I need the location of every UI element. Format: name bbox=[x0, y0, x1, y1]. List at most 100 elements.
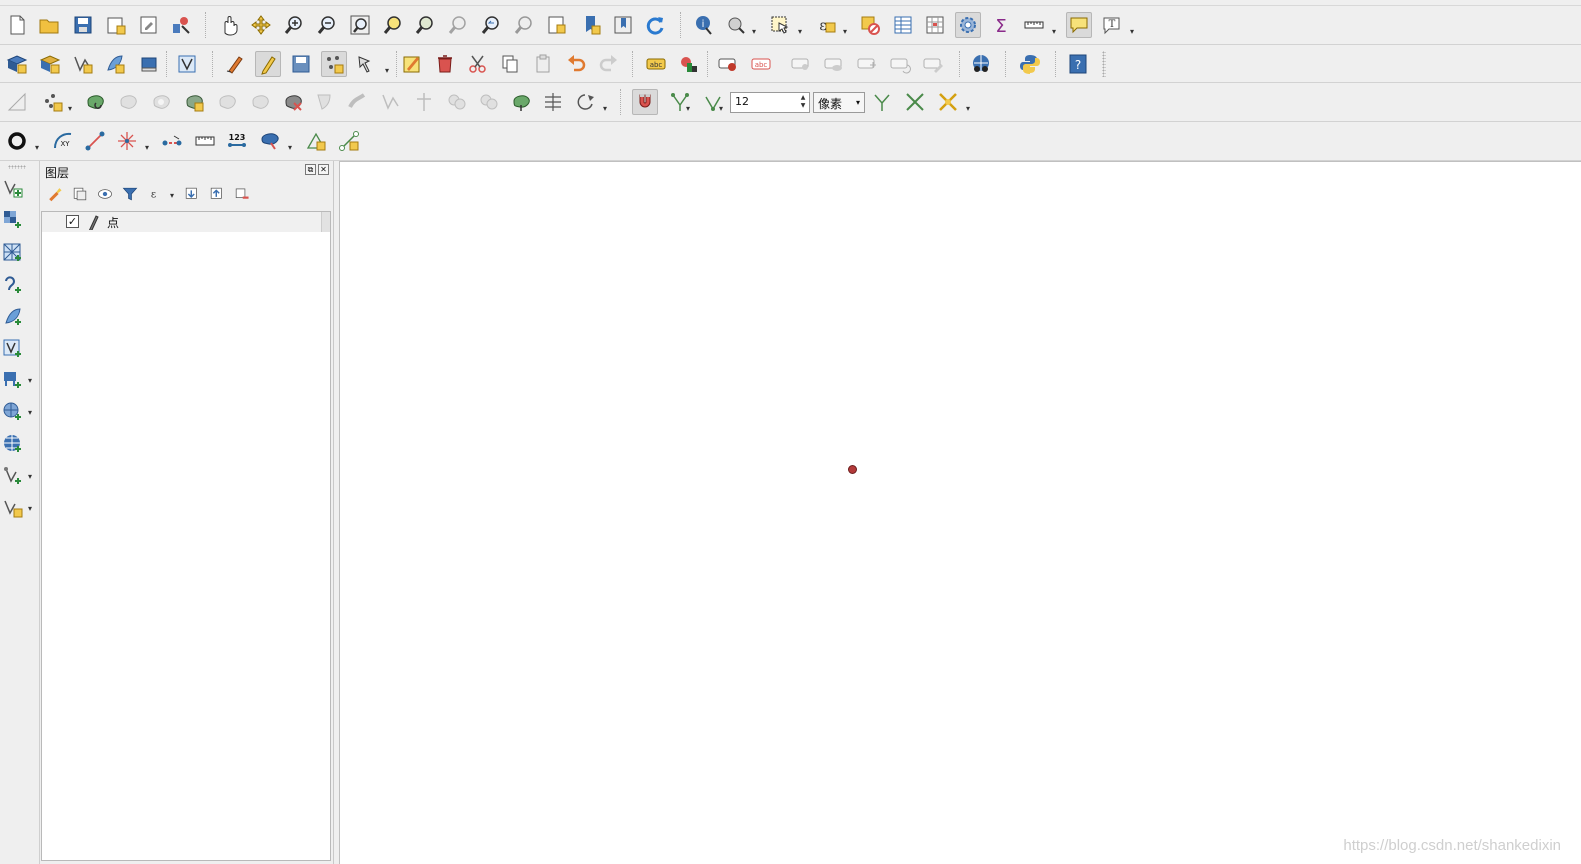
manage-map-themes-icon[interactable] bbox=[94, 183, 116, 205]
quickmapservices-icon[interactable] bbox=[968, 51, 994, 77]
layer-diagram-options-icon[interactable] bbox=[676, 51, 702, 77]
delete-ring-icon[interactable] bbox=[247, 89, 273, 115]
zoom-out-icon[interactable] bbox=[314, 12, 340, 38]
merge-attributes-icon[interactable] bbox=[476, 89, 502, 115]
trim-extend-icon[interactable] bbox=[573, 89, 599, 115]
python-console-icon[interactable] bbox=[1017, 51, 1043, 77]
pan-to-selection-icon[interactable] bbox=[248, 12, 274, 38]
toggle-editing-icon[interactable] bbox=[255, 51, 281, 77]
pin-labels-icon[interactable] bbox=[788, 51, 814, 77]
zoom-to-layer-icon[interactable] bbox=[412, 12, 438, 38]
add-line-segment-icon[interactable] bbox=[82, 128, 108, 154]
select-by-expression-dropdown[interactable]: ▾ bbox=[843, 27, 847, 36]
identify-features-icon[interactable]: i bbox=[690, 12, 716, 38]
new-temporary-layer-icon[interactable] bbox=[136, 51, 162, 77]
add-vector-layer-icon[interactable] bbox=[0, 175, 26, 201]
add-ring-icon[interactable] bbox=[148, 89, 174, 115]
field-calculator-icon[interactable] bbox=[922, 12, 948, 38]
offset-curve-icon[interactable] bbox=[345, 89, 371, 115]
add-wcs-layer-icon[interactable] bbox=[0, 431, 26, 457]
add-vector-tile-dropdown[interactable]: ▾ bbox=[28, 472, 32, 481]
add-wfs-layer-icon[interactable] bbox=[0, 399, 26, 425]
fill-ring-icon[interactable] bbox=[214, 89, 240, 115]
zoom-full-icon[interactable] bbox=[347, 12, 373, 38]
snapping-on-intersection-icon[interactable] bbox=[902, 89, 928, 115]
trim-extend-dropdown[interactable]: ▾ bbox=[603, 104, 607, 113]
merge-features-icon[interactable] bbox=[444, 89, 470, 115]
redo-icon[interactable] bbox=[596, 51, 622, 77]
save-layer-edits-icon[interactable] bbox=[288, 51, 314, 77]
move-feature-icon[interactable] bbox=[40, 89, 66, 115]
rotate-label-icon[interactable] bbox=[887, 51, 913, 77]
new-layer-dropdown[interactable]: ▾ bbox=[28, 504, 32, 513]
add-vector-tile-layer-icon[interactable] bbox=[0, 463, 26, 489]
add-polygon-dropdown[interactable]: ▾ bbox=[288, 143, 292, 152]
save-project-icon[interactable] bbox=[70, 12, 96, 38]
map-canvas[interactable]: https://blog.csdn.net/shankedixin bbox=[339, 161, 1581, 864]
filter-legend-icon[interactable] bbox=[119, 183, 141, 205]
open-attribute-table-icon[interactable] bbox=[890, 12, 916, 38]
style-manager-icon[interactable] bbox=[168, 12, 194, 38]
measure-line-icon[interactable] bbox=[1021, 12, 1047, 38]
add-circle-dropdown[interactable]: ▾ bbox=[35, 143, 39, 152]
select-by-expression-icon[interactable]: ε bbox=[813, 12, 839, 38]
new-project-icon[interactable] bbox=[4, 12, 30, 38]
toolbox-icon[interactable] bbox=[955, 12, 981, 38]
add-ellipse-icon[interactable] bbox=[192, 128, 218, 154]
new-bookmark-icon[interactable] bbox=[578, 12, 604, 38]
enable-snapping-icon[interactable] bbox=[632, 89, 658, 115]
toggle-labels-icon[interactable]: abc bbox=[748, 51, 774, 77]
simplify-feature-icon[interactable] bbox=[115, 89, 141, 115]
move-feature-dropdown[interactable]: ▾ bbox=[68, 104, 72, 113]
layer-visibility-checkbox[interactable]: ✓ bbox=[66, 215, 79, 228]
add-part-icon[interactable] bbox=[181, 89, 207, 115]
snapping-layers-dropdown[interactable]: ▾ bbox=[686, 104, 690, 113]
zoom-to-selection-icon[interactable] bbox=[380, 12, 406, 38]
layer-tree-row[interactable]: ✓ 点 bbox=[42, 212, 330, 232]
select-features-icon[interactable] bbox=[767, 12, 793, 38]
undo-icon[interactable] bbox=[563, 51, 589, 77]
collapse-all-icon[interactable] bbox=[206, 183, 228, 205]
help-contents-icon[interactable]: ? bbox=[1065, 51, 1091, 77]
self-snapping-dropdown[interactable]: ▾ bbox=[966, 104, 970, 113]
delete-selected-icon[interactable] bbox=[432, 51, 458, 77]
data-source-manager-icon[interactable] bbox=[4, 51, 30, 77]
reshape-features-icon[interactable] bbox=[312, 89, 338, 115]
rotate-point-symbols-icon[interactable] bbox=[508, 89, 534, 115]
split-features-icon[interactable] bbox=[378, 89, 404, 115]
add-virtual-layer-icon[interactable] bbox=[0, 336, 26, 362]
add-regular-shape-icon[interactable] bbox=[114, 128, 140, 154]
add-point-feature-icon[interactable] bbox=[321, 51, 347, 77]
snapping-type-dropdown[interactable]: ▾ bbox=[719, 104, 723, 113]
paste-features-icon[interactable] bbox=[530, 51, 556, 77]
expand-all-icon[interactable] bbox=[181, 183, 203, 205]
move-label-icon[interactable] bbox=[854, 51, 880, 77]
refresh-icon[interactable] bbox=[642, 12, 668, 38]
self-snapping-icon[interactable] bbox=[935, 89, 961, 115]
copy-features-icon[interactable] bbox=[497, 51, 523, 77]
rotate-feature-icon[interactable] bbox=[82, 89, 108, 115]
new-print-layout-icon[interactable] bbox=[103, 12, 129, 38]
select-features-dropdown[interactable]: ▾ bbox=[798, 27, 802, 36]
measure-dropdown[interactable]: ▾ bbox=[1052, 27, 1056, 36]
zoom-next-icon[interactable] bbox=[511, 12, 537, 38]
add-mesh-layer-icon[interactable] bbox=[0, 240, 26, 266]
vertex-tool-icon[interactable] bbox=[354, 51, 380, 77]
add-regular-shape-dropdown[interactable]: ▾ bbox=[145, 143, 149, 152]
add-raster-layer-icon[interactable] bbox=[0, 207, 26, 233]
zoom-native-resolution-icon[interactable] bbox=[445, 12, 471, 38]
split-parts-icon[interactable] bbox=[411, 89, 437, 115]
highlight-pinned-labels-icon[interactable] bbox=[715, 51, 741, 77]
close-icon[interactable]: ✕ bbox=[318, 164, 329, 175]
modify-attributes-icon[interactable] bbox=[399, 51, 425, 77]
pan-map-icon[interactable] bbox=[216, 12, 242, 38]
offset-point-symbols-icon[interactable] bbox=[540, 89, 566, 115]
add-circular-string-icon[interactable]: XY bbox=[50, 128, 76, 154]
run-feature-action-icon[interactable] bbox=[723, 12, 749, 38]
snapping-units-select[interactable]: 像素 ▾ bbox=[813, 92, 865, 113]
new-shapefile-layer-icon[interactable] bbox=[70, 51, 96, 77]
vertex-tool-dropdown[interactable]: ▾ bbox=[385, 66, 389, 75]
deselect-all-icon[interactable] bbox=[857, 12, 883, 38]
zoom-last-icon[interactable] bbox=[478, 12, 504, 38]
add-rectangle-icon[interactable] bbox=[159, 128, 185, 154]
